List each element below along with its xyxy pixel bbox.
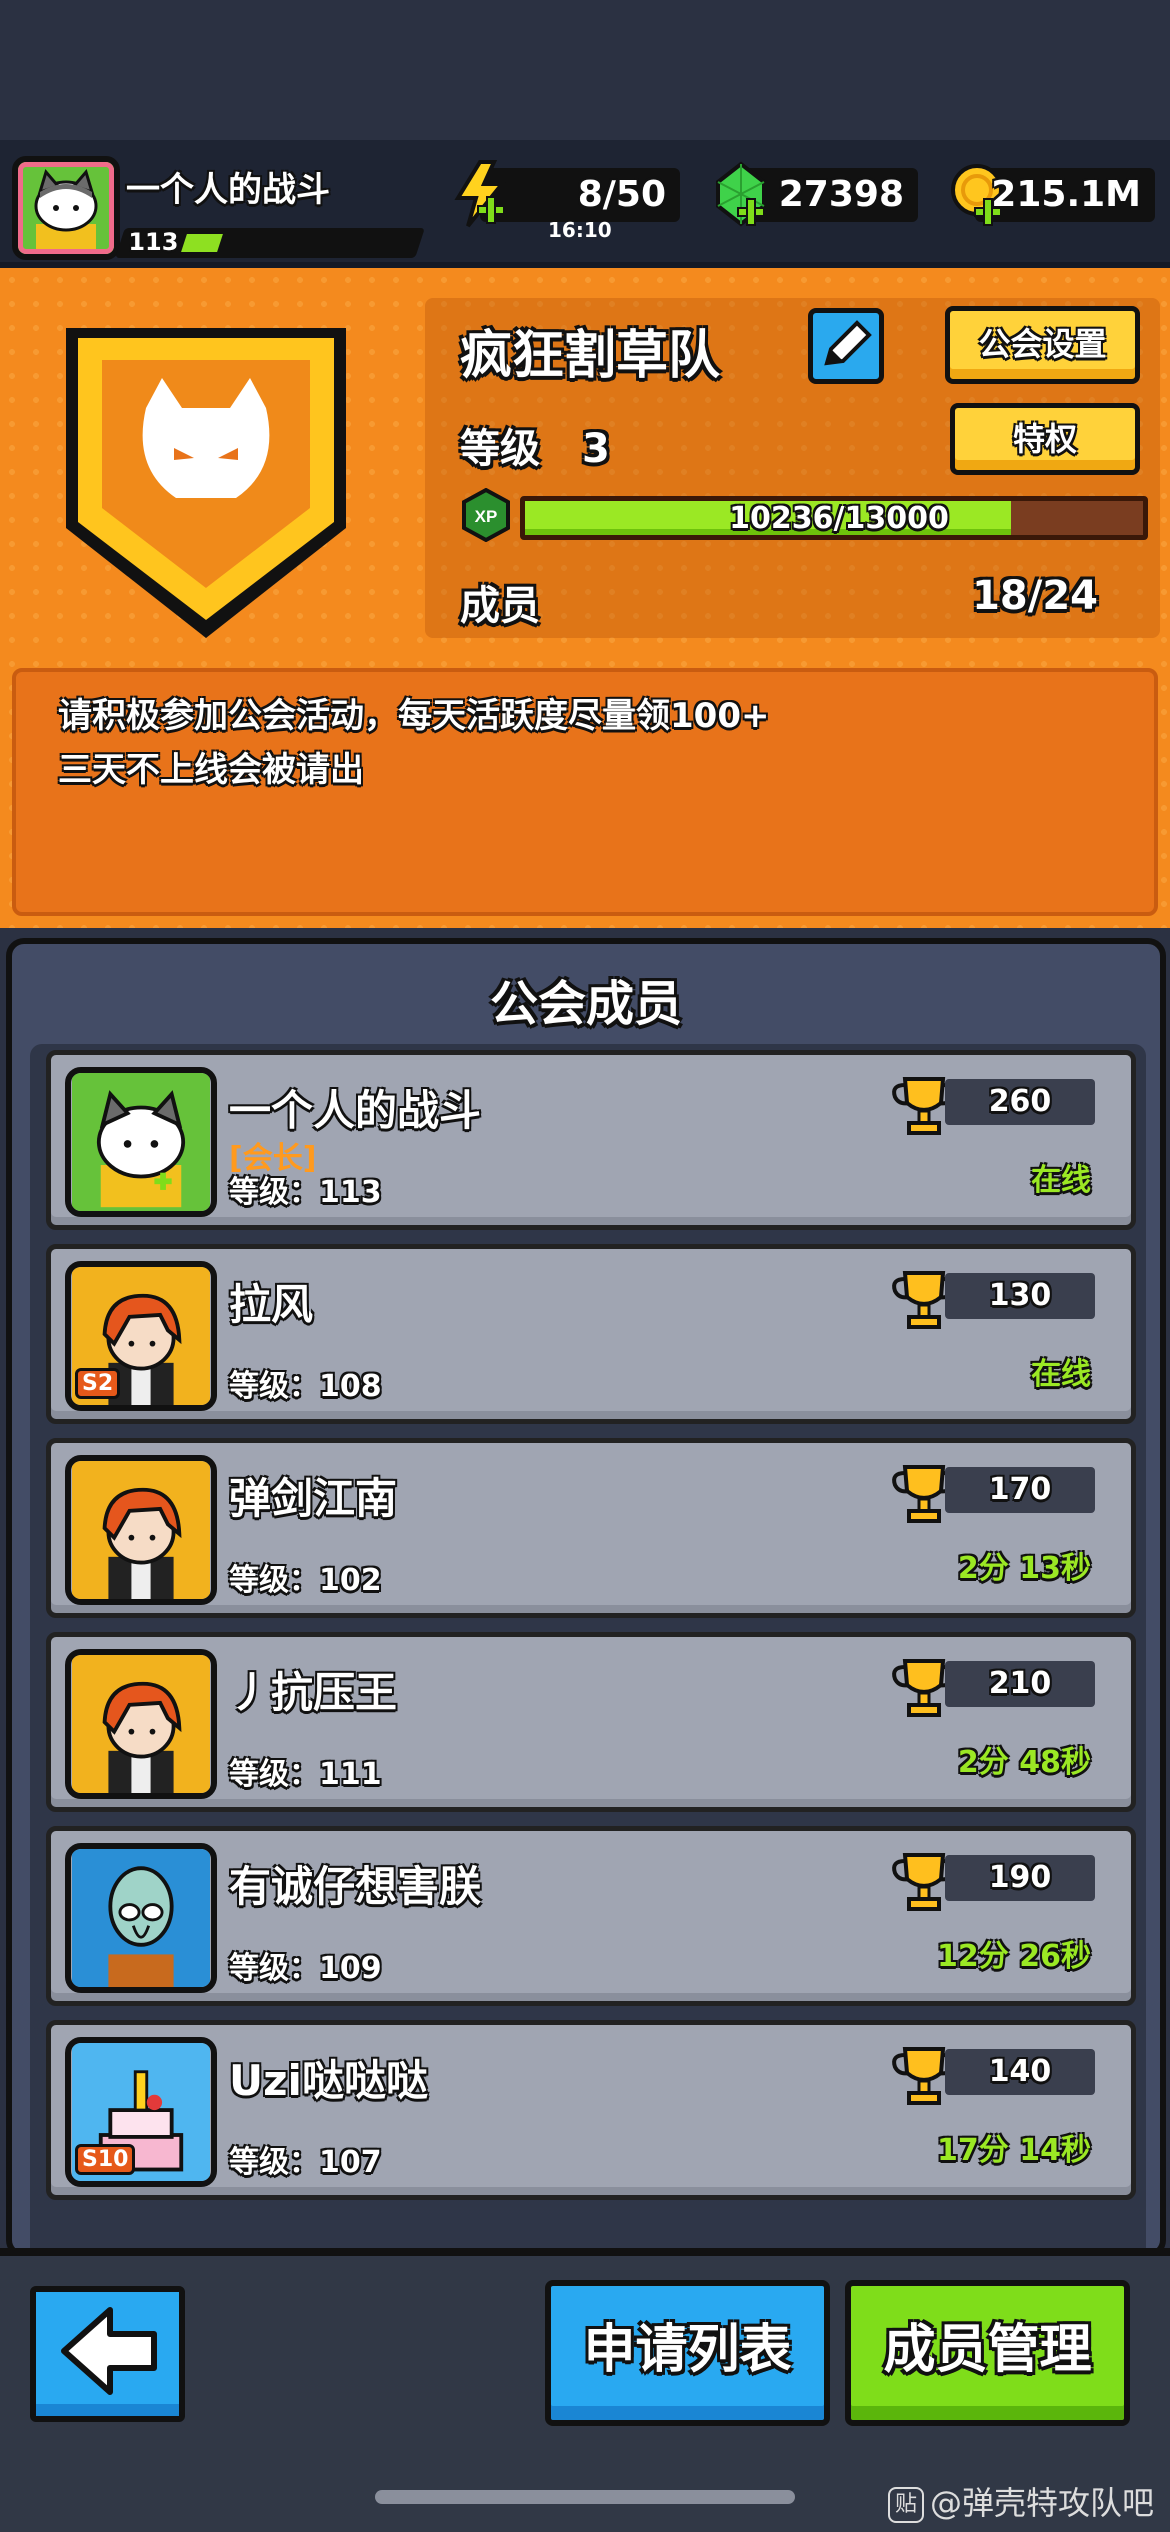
player-level-bar: 113 [115, 228, 425, 258]
player-level: 113 [128, 228, 179, 256]
member-online-status: 在线 [1031, 1163, 1091, 1198]
member-name: 弹剑江南 [229, 1474, 398, 1523]
avatar-icon [72, 1073, 210, 1211]
guild-badge-icon[interactable] [56, 308, 356, 638]
member-name: 丿抗压王 [229, 1668, 398, 1717]
energy-timer: 16:10 [548, 218, 612, 242]
avatar-icon [72, 1849, 210, 1987]
member-avatar[interactable] [65, 1067, 217, 1217]
member-row[interactable]: 有诚仔想害朕等级：109 190 12分 26秒 [46, 1826, 1136, 2006]
member-level: 等级：111 [229, 1757, 382, 1792]
member-list[interactable]: 一个人的战斗 [会长] 等级：113 260 在线 S2 拉风 等级：108 130 在线 弹剑江南… [30, 1044, 1146, 2252]
status-area [0, 0, 1170, 140]
trophy-count: 130 [988, 1278, 1052, 1313]
trophy-count-box: 140 [945, 2049, 1095, 2095]
edit-guild-name-button[interactable] [808, 308, 884, 384]
member-avatar[interactable]: S10 [65, 2037, 217, 2187]
xp-icon: XP [462, 488, 510, 542]
trophy-count-box: 130 [945, 1273, 1095, 1319]
member-level: 等级：109 [229, 1951, 382, 1986]
member-online-status: 17分 14秒 [937, 2133, 1091, 2168]
guild-level: 等级 3 [460, 416, 610, 474]
guild-xp-bar: 10236/13000 [520, 496, 1148, 540]
member-avatar[interactable] [65, 1649, 217, 1799]
members-panel-title: 公会成员 [489, 976, 682, 1032]
player-xp-fill [181, 234, 223, 252]
watermark: 贴 @弹壳特攻队吧 [887, 2478, 1154, 2524]
season-tag: S10 [75, 2144, 136, 2175]
member-row[interactable]: S10 Uzi哒哒哒等级：107 140 17分 14秒 [46, 2020, 1136, 2200]
members-label: 成员 [460, 583, 540, 629]
member-name: Uzi哒哒哒 [229, 2056, 428, 2105]
player-name: 一个人的战斗 [126, 170, 330, 210]
guild-members-panel: 公会成员 一个人的战斗 [会长] 等级：113 260 在线 S2 拉风 等级：108 130 在… [6, 938, 1166, 2258]
member-name: 拉风 [229, 1280, 314, 1329]
member-avatar[interactable] [65, 1455, 217, 1605]
member-avatar[interactable]: S2 [65, 1261, 217, 1411]
arrow-left-icon [61, 2307, 157, 2395]
guild-name: 疯狂割草队 [460, 326, 721, 386]
avatar-icon [72, 1461, 210, 1599]
trophy-count: 260 [988, 1084, 1052, 1119]
apply-list-button[interactable]: 申请列表 [545, 2280, 830, 2426]
watermark-text: @弹壳特攻队吧 [929, 2484, 1154, 2522]
member-row[interactable]: 弹剑江南等级：102 170 2分 13秒 [46, 1438, 1136, 1618]
member-row[interactable]: 一个人的战斗 [会长] 等级：113 260 在线 [46, 1050, 1136, 1230]
trophy-count: 170 [988, 1472, 1052, 1507]
member-name: 有诚仔想害朕 [229, 1862, 482, 1911]
gem-icon [716, 161, 766, 227]
members-count: 18/24 [972, 573, 1098, 619]
coin-value: 215.1M [991, 174, 1141, 215]
guild-notice: 请积极参加公会活动，每天活跃度尽量领100+ 三天不上线会被请出 [12, 668, 1158, 916]
trophy-count-box: 260 [945, 1079, 1095, 1125]
member-row[interactable]: 丿抗压王等级：111 210 2分 48秒 [46, 1632, 1136, 1812]
privilege-button[interactable]: 特权 [950, 403, 1140, 475]
member-row[interactable]: S2 拉风等级：108 130 在线 [46, 1244, 1136, 1424]
member-level: 等级：113 [229, 1175, 382, 1210]
tieba-icon: 贴 [887, 2487, 924, 2523]
trophy-count: 210 [988, 1666, 1052, 1701]
coin-counter[interactable]: 215.1M [951, 164, 1155, 226]
pencil-icon [824, 320, 872, 366]
xp-icon-label: XP [475, 507, 498, 526]
guild-xp-text: 10236/13000 [729, 501, 949, 536]
guild-settings-button[interactable]: 公会设置 [945, 306, 1140, 384]
guild-level-value: 3 [581, 426, 610, 472]
member-avatar[interactable] [65, 1843, 217, 1993]
avatar-icon [72, 1655, 210, 1793]
trophy-count-box: 170 [945, 1467, 1095, 1513]
guild-header: 疯狂割草队 公会设置 等级 3 特权 XP 10236/13000 成员 18/… [0, 268, 1170, 928]
season-tag: S2 [75, 1368, 121, 1399]
trophy-count: 140 [988, 2054, 1052, 2089]
back-button[interactable] [30, 2286, 185, 2422]
energy-value: 8/50 [577, 174, 666, 215]
member-management-button[interactable]: 成员管理 [845, 2280, 1130, 2426]
notice-line-1: 请积极参加公会活动，每天活跃度尽量领100+ [58, 696, 770, 736]
member-level: 等级：108 [229, 1369, 382, 1404]
player-avatar[interactable] [12, 156, 120, 260]
trophy-count: 190 [988, 1860, 1052, 1895]
trophy-count-box: 190 [945, 1855, 1095, 1901]
member-name: 一个人的战斗 [229, 1086, 482, 1135]
home-indicator[interactable] [375, 2490, 795, 2504]
notice-line-2: 三天不上线会被请出 [58, 750, 364, 790]
member-online-status: 12分 26秒 [937, 1939, 1091, 1974]
member-online-status: 2分 48秒 [957, 1745, 1091, 1780]
member-level: 等级：107 [229, 2145, 382, 2180]
energy-counter[interactable]: 8/50 16:10 [454, 160, 680, 242]
member-level: 等级：102 [229, 1563, 382, 1598]
gem-counter[interactable]: 27398 [716, 161, 918, 227]
guild-level-label: 等级 [460, 426, 540, 472]
player-profile[interactable]: 一个人的战斗 113 [0, 150, 440, 262]
member-online-status: 在线 [1031, 1357, 1091, 1392]
lightning-icon [454, 160, 507, 228]
trophy-count-box: 210 [945, 1661, 1095, 1707]
member-online-status: 2分 13秒 [957, 1551, 1091, 1586]
gem-value: 27398 [778, 174, 904, 215]
